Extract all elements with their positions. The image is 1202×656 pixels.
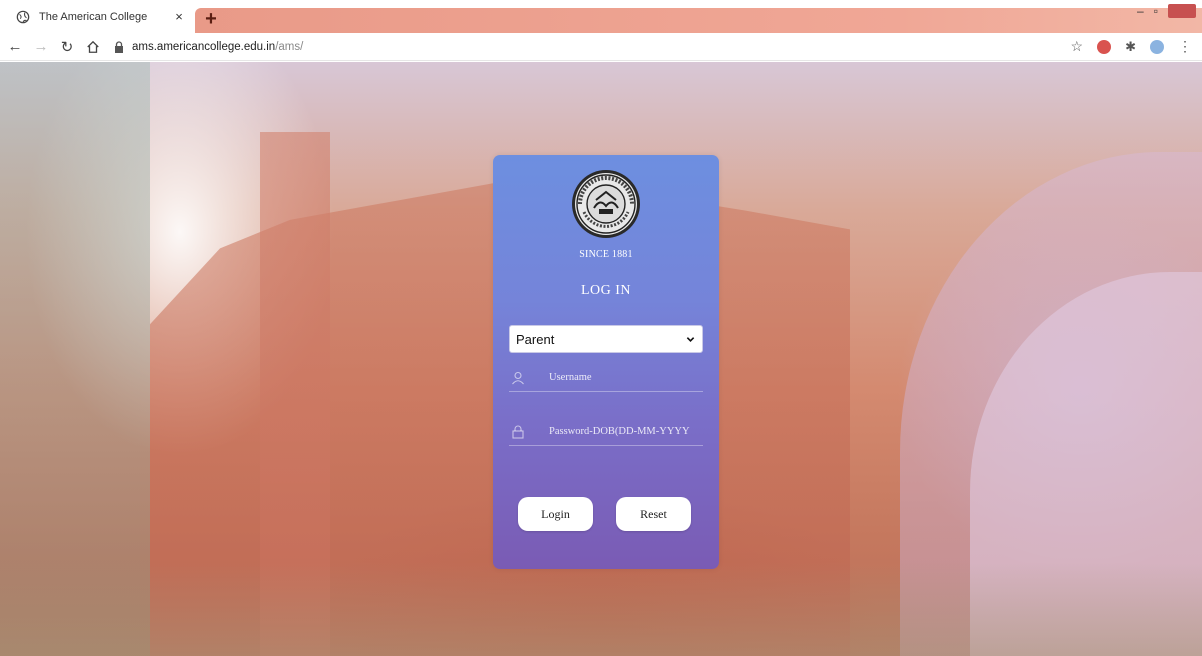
login-heading: LOG IN — [580, 283, 632, 298]
tabstrip-background — [195, 8, 1202, 33]
lock-icon — [512, 425, 524, 439]
address-bar[interactable]: ams.americancollege.edu.in/ams/ — [114, 36, 1071, 58]
minimize-icon[interactable]: – — [1137, 4, 1144, 18]
home-icon[interactable] — [82, 36, 104, 58]
forward-icon[interactable]: → — [30, 36, 52, 58]
lock-icon — [115, 40, 123, 53]
password-placeholder: Password-DOB(DD-MM-YYYY — [549, 426, 690, 437]
role-select[interactable]: Parent — [509, 325, 703, 353]
since-year-text: SINCE 1881 — [579, 249, 633, 260]
college-seal-icon — [572, 170, 640, 238]
globe-icon — [16, 10, 30, 23]
tab-close-icon[interactable]: × — [169, 9, 189, 24]
role-select-value: Parent — [516, 331, 555, 347]
reload-icon[interactable]: ↻ — [56, 36, 78, 58]
browser-toolbar: ← → ↻ ams.americancollege.edu.in/ams/ ☆ … — [0, 33, 1202, 61]
puzzle-icon[interactable]: ✱ — [1125, 39, 1136, 55]
password-field[interactable]: Password-DOB(DD-MM-YYYY — [509, 418, 703, 446]
username-placeholder: Username — [549, 372, 592, 383]
username-field[interactable]: Username — [509, 364, 703, 392]
login-button[interactable]: Login — [518, 497, 593, 531]
menu-icon[interactable]: ⋮ — [1178, 38, 1192, 55]
new-tab-button[interactable]: + — [200, 8, 222, 30]
toolbar-icons: ☆ ✱ ⋮ — [1071, 38, 1202, 55]
url-path: /ams/ — [275, 40, 304, 53]
window-controls: – ▫ — [1137, 4, 1202, 18]
tab-title: The American College — [39, 10, 148, 23]
back-icon[interactable]: ← — [4, 36, 26, 58]
ground-shape — [0, 562, 1202, 656]
chevron-down-icon — [686, 336, 695, 342]
user-icon — [512, 371, 524, 384]
window-close-icon[interactable] — [1168, 4, 1196, 18]
reset-button[interactable]: Reset — [616, 497, 691, 531]
browser-tab[interactable]: The American College × — [0, 0, 195, 33]
extension-icon[interactable] — [1097, 39, 1112, 54]
restore-icon[interactable]: ▫ — [1154, 4, 1158, 18]
profile-icon[interactable] — [1150, 39, 1164, 54]
tab-strip: The American College × + – ▫ — [0, 0, 1202, 33]
star-icon[interactable]: ☆ — [1071, 38, 1084, 55]
url-host: ams.americancollege.edu.in — [132, 40, 276, 53]
